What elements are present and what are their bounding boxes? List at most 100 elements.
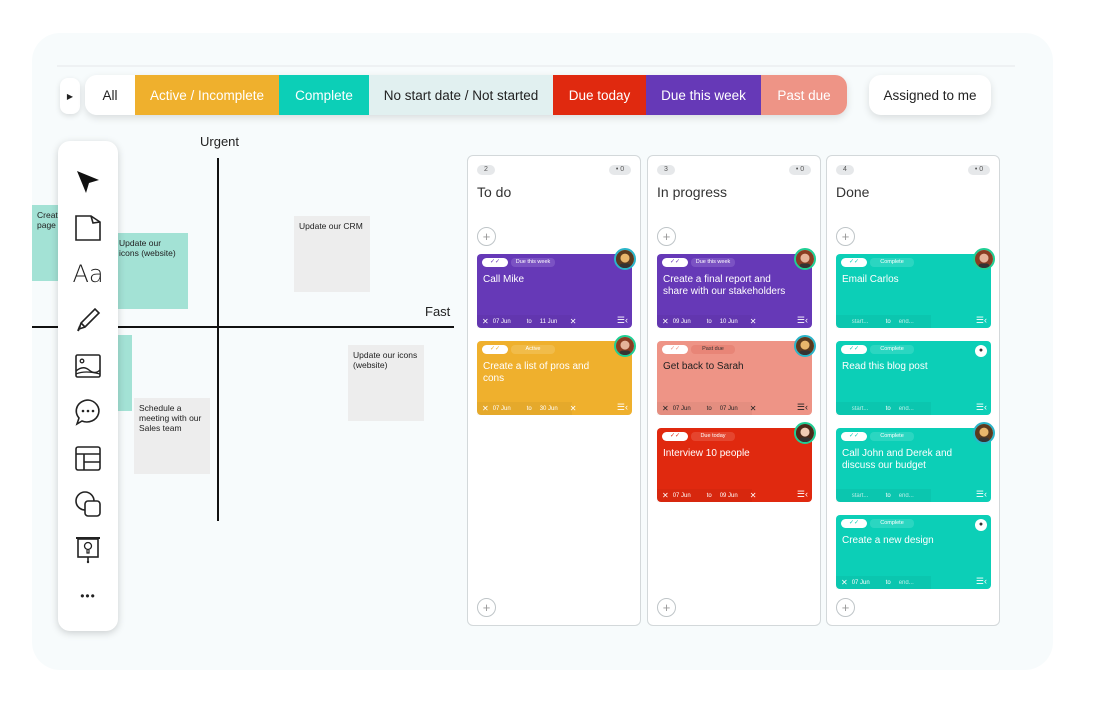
end-date[interactable]: end... xyxy=(899,493,921,499)
task-card[interactable]: ✓✓ Due this week Call Mike ✕ 07 Jun to 1… xyxy=(477,248,636,328)
sticky-note-tool-button[interactable] xyxy=(71,211,105,245)
mark-complete-toggle[interactable]: ✓✓ xyxy=(841,258,867,267)
card-title[interactable]: Create a list of pros and cons xyxy=(483,361,612,385)
card-menu-icon[interactable]: ☰‹ xyxy=(797,402,808,413)
image-tool-button[interactable] xyxy=(71,349,105,383)
sticky-note[interactable]: Schedule a meeting with our Sales team xyxy=(134,398,210,474)
task-card[interactable]: ✓✓ Active Create a list of pros and cons… xyxy=(477,335,636,415)
more-tools-button[interactable]: ••• xyxy=(71,579,105,613)
filter-due-today[interactable]: Due today xyxy=(553,75,646,115)
task-card[interactable]: ✓✓ Complete Email Carlos ✕ start... to e… xyxy=(836,248,995,328)
mark-complete-toggle[interactable]: ✓✓ xyxy=(841,432,867,441)
filter-active-incomplete[interactable]: Active / Incomplete xyxy=(135,75,279,115)
card-menu-icon[interactable]: ☰‹ xyxy=(797,315,808,326)
clear-start-date-icon[interactable]: ✕ xyxy=(662,317,669,326)
column-title[interactable]: Done xyxy=(836,184,869,200)
card-title[interactable]: Create a final report and share with our… xyxy=(663,274,792,298)
card-title[interactable]: Email Carlos xyxy=(842,274,971,286)
mark-complete-toggle[interactable]: ✓✓ xyxy=(662,432,688,441)
add-card-top-button[interactable]: + xyxy=(657,227,676,246)
assignee-avatar[interactable] xyxy=(973,422,995,444)
sticky-note[interactable]: Update our icons (website) xyxy=(114,233,188,309)
assignee-avatar[interactable] xyxy=(794,248,816,270)
shapes-tool-button[interactable] xyxy=(71,487,105,521)
text-tool-button[interactable]: Aa xyxy=(71,257,105,291)
end-date[interactable]: end... xyxy=(899,580,921,586)
card-menu-icon[interactable]: ☰‹ xyxy=(976,489,987,500)
card-menu-icon[interactable]: ☰‹ xyxy=(976,402,987,413)
end-date[interactable]: 30 Jun xyxy=(540,406,562,412)
pen-tool-button[interactable] xyxy=(71,303,105,337)
task-card[interactable]: ✓✓ Complete Call John and Derek and disc… xyxy=(836,422,995,502)
select-tool-button[interactable] xyxy=(71,165,105,199)
start-date[interactable]: start... xyxy=(852,319,878,325)
mark-complete-toggle[interactable]: ✓✓ xyxy=(662,345,688,354)
assignee-avatar[interactable] xyxy=(794,422,816,444)
sticky-note[interactable]: Create page xyxy=(32,205,60,281)
card-title[interactable]: Create a new design xyxy=(842,535,971,547)
task-card[interactable]: ✓✓ Past due Get back to Sarah ✕ 07 Jun t… xyxy=(657,335,816,415)
filter-due-this-week[interactable]: Due this week xyxy=(646,75,761,115)
start-date[interactable]: 07 Jun xyxy=(673,493,699,499)
clear-end-date-icon[interactable]: ✕ xyxy=(750,317,757,326)
start-date[interactable]: 07 Jun xyxy=(493,406,519,412)
sticky-note[interactable]: Update our icons (website) xyxy=(348,345,424,421)
presentation-tool-button[interactable] xyxy=(71,533,105,567)
task-card[interactable]: ✓✓ Due this week Create a final report a… xyxy=(657,248,816,328)
card-menu-icon[interactable]: ☰‹ xyxy=(617,402,628,413)
filter-complete[interactable]: Complete xyxy=(279,75,369,115)
clear-end-date-icon[interactable]: ✕ xyxy=(570,404,577,413)
assign-person-button[interactable]: ● xyxy=(975,519,987,531)
assigned-to-me-button[interactable]: Assigned to me xyxy=(869,75,991,115)
card-menu-icon[interactable]: ☰‹ xyxy=(976,576,987,587)
end-date[interactable]: 07 Jun xyxy=(720,406,742,412)
card-title[interactable]: Call Mike xyxy=(483,274,612,286)
mark-complete-toggle[interactable]: ✓✓ xyxy=(662,258,688,267)
assign-person-button[interactable]: ● xyxy=(975,345,987,357)
clear-start-date-icon[interactable]: ✕ xyxy=(482,317,489,326)
card-title[interactable]: Get back to Sarah xyxy=(663,361,792,373)
card-menu-icon[interactable]: ☰‹ xyxy=(797,489,808,500)
start-date[interactable]: 07 Jun xyxy=(673,406,699,412)
add-card-bottom-button[interactable]: + xyxy=(657,598,676,617)
mark-complete-toggle[interactable]: ✓✓ xyxy=(841,519,867,528)
task-card[interactable]: ✓✓ Due today Interview 10 people ✕ 07 Ju… xyxy=(657,422,816,502)
whiteboard-canvas[interactable]: ▶ All Active / Incomplete Complete No st… xyxy=(32,33,1053,670)
column-title[interactable]: To do xyxy=(477,184,511,200)
clear-start-date-icon[interactable]: ✕ xyxy=(662,404,669,413)
assignee-avatar[interactable] xyxy=(614,248,636,270)
end-date[interactable]: end... xyxy=(899,319,921,325)
add-card-top-button[interactable]: + xyxy=(477,227,496,246)
filter-past-due[interactable]: Past due xyxy=(761,75,847,115)
task-card[interactable]: ✓✓ Complete Create a new design ✕ 07 Jun… xyxy=(836,515,991,589)
clear-end-date-icon[interactable]: ✕ xyxy=(570,317,577,326)
start-date[interactable]: start... xyxy=(852,493,878,499)
end-date[interactable]: end... xyxy=(899,406,921,412)
sticky-note[interactable]: Update our CRM xyxy=(294,216,370,292)
clear-start-date-icon[interactable]: ✕ xyxy=(662,491,669,500)
end-date[interactable]: 11 Jun xyxy=(540,319,562,325)
filter-all[interactable]: All xyxy=(85,75,135,115)
end-date[interactable]: 09 Jun xyxy=(720,493,742,499)
mark-complete-toggle[interactable]: ✓✓ xyxy=(841,345,867,354)
column-title[interactable]: In progress xyxy=(657,184,727,200)
card-menu-icon[interactable]: ☰‹ xyxy=(617,315,628,326)
clear-start-date-icon[interactable]: ✕ xyxy=(841,578,848,587)
add-card-top-button[interactable]: + xyxy=(836,227,855,246)
start-date[interactable]: start... xyxy=(852,406,878,412)
filter-collapse-toggle[interactable]: ▶ xyxy=(60,78,80,114)
comment-tool-button[interactable] xyxy=(71,395,105,429)
template-tool-button[interactable] xyxy=(71,441,105,475)
add-card-bottom-button[interactable]: + xyxy=(477,598,496,617)
task-card[interactable]: ✓✓ Complete Read this blog post ✕ start.… xyxy=(836,341,991,415)
card-title[interactable]: Call John and Derek and discuss our budg… xyxy=(842,448,971,472)
add-card-bottom-button[interactable]: + xyxy=(836,598,855,617)
assignee-avatar[interactable] xyxy=(614,335,636,357)
assignee-avatar[interactable] xyxy=(794,335,816,357)
clear-end-date-icon[interactable]: ✕ xyxy=(750,491,757,500)
assignee-avatar[interactable] xyxy=(973,248,995,270)
clear-start-date-icon[interactable]: ✕ xyxy=(482,404,489,413)
start-date[interactable]: 07 Jun xyxy=(493,319,519,325)
start-date[interactable]: 07 Jun xyxy=(852,580,878,586)
clear-end-date-icon[interactable]: ✕ xyxy=(750,404,757,413)
